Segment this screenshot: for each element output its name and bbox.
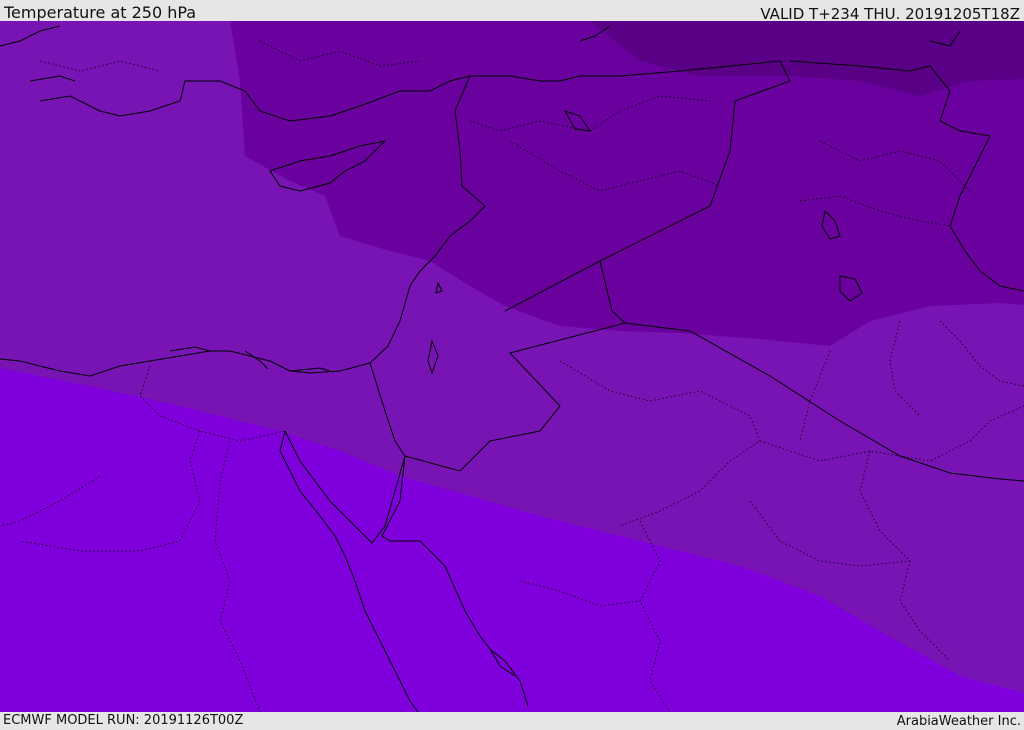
model-run-label: ECMWF MODEL RUN: 20191126T00Z bbox=[3, 713, 244, 728]
weather-map[interactable] bbox=[0, 21, 1024, 712]
footer-bar: ECMWF MODEL RUN: 20191126T00Z ArabiaWeat… bbox=[0, 712, 1024, 729]
credit-label: ArabiaWeather Inc. bbox=[896, 714, 1021, 729]
map-title: Temperature at 250 hPa bbox=[4, 3, 197, 22]
title-bar: Temperature at 250 hPa VALID T+234 THU. … bbox=[0, 0, 1024, 23]
